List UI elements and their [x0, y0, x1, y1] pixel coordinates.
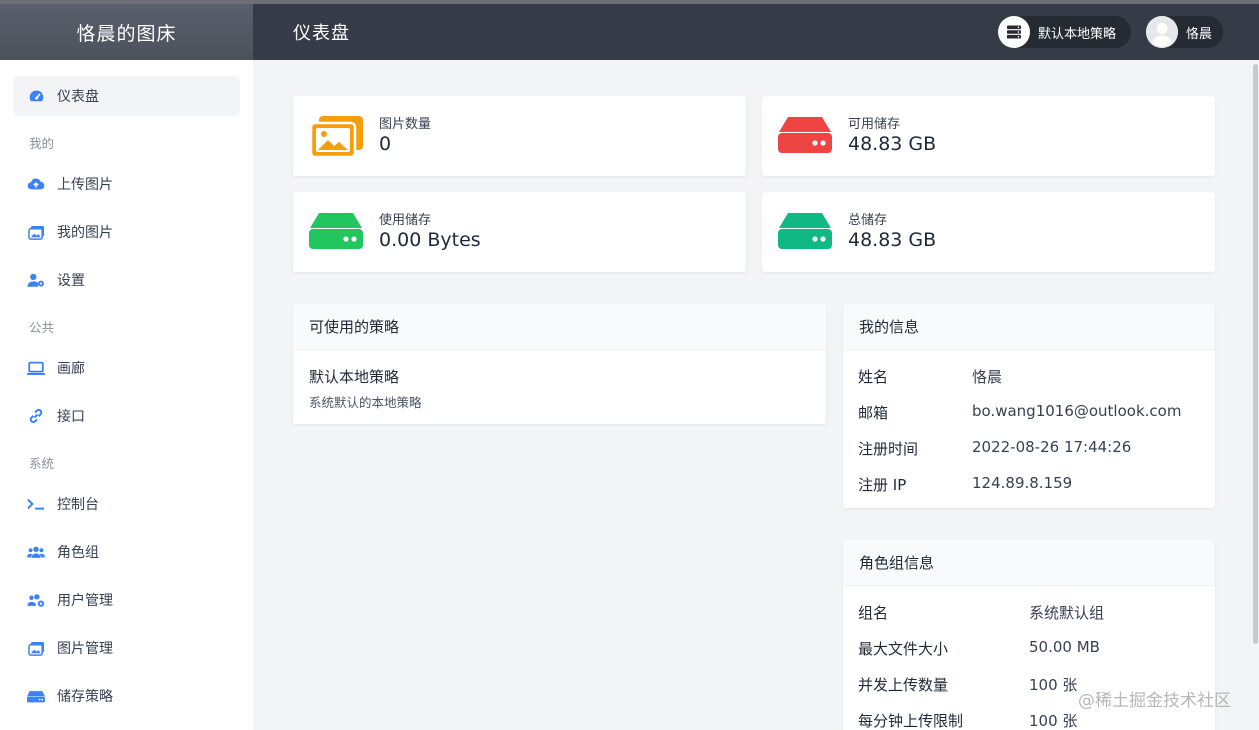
info-value-name: 恪晨 — [972, 368, 1003, 386]
sidebar-item-api[interactable]: 接口 — [13, 396, 240, 436]
users-group-icon — [27, 543, 45, 561]
sidebar-item-label: 控制台 — [57, 497, 99, 513]
hard-drive-red-icon — [778, 114, 834, 158]
images-icon — [27, 639, 45, 657]
stat-card-available-storage: 可用储存 48.83 GB — [762, 96, 1215, 176]
role-value-per-minute: 100 张 — [1029, 712, 1078, 730]
page-title: 仪表盘 — [293, 23, 350, 44]
sidebar-item-storage-strategy[interactable]: 储存策略 — [13, 676, 240, 716]
server-icon — [998, 16, 1030, 48]
sidebar-item-label: 图片管理 — [57, 641, 113, 657]
user-menu-button[interactable]: 恪晨 — [1146, 16, 1223, 48]
stat-card-image-count: 图片数量 0 — [293, 96, 746, 176]
info-value-email: bo.wang1016@outlook.com — [972, 402, 1182, 420]
stat-label: 使用储存 — [379, 213, 432, 228]
role-label-group: 组名 — [858, 604, 889, 622]
images-stack-icon — [309, 114, 365, 159]
sidebar-item-label: 设置 — [57, 273, 85, 289]
info-label-email: 邮箱 — [858, 404, 889, 422]
sidebar-item-upload[interactable]: 上传图片 — [13, 164, 240, 204]
info-value-reg-ip: 124.89.8.159 — [972, 474, 1073, 492]
hard-drive-icon — [27, 687, 45, 705]
sidebar-item-dashboard[interactable]: 仪表盘 — [13, 76, 240, 116]
sidebar-item-label: 角色组 — [57, 545, 99, 561]
sidebar-item-label: 用户管理 — [57, 593, 113, 609]
role-info-panel-title: 角色组信息 — [843, 540, 1215, 586]
dashboard-gauge-icon — [27, 87, 45, 105]
strategy-selector-button[interactable]: 默认本地策略 — [998, 16, 1131, 48]
sidebar-item-users[interactable]: 用户管理 — [13, 580, 240, 620]
info-label-reg-time: 注册时间 — [858, 440, 919, 458]
top-header: 仪表盘 默认本地策略 恪晨 — [253, 4, 1259, 60]
stat-label: 可用储存 — [848, 117, 901, 132]
sidebar-item-images-manage[interactable]: 图片管理 — [13, 628, 240, 668]
role-value-group: 系统默认组 — [1029, 604, 1105, 622]
images-icon — [27, 223, 45, 241]
role-label-per-minute: 每分钟上传限制 — [858, 712, 964, 730]
strategy-label: 默认本地策略 — [1038, 26, 1117, 42]
cloud-upload-icon — [27, 175, 45, 193]
stat-value: 0 — [379, 133, 392, 155]
sidebar-item-settings[interactable]: 设置 — [13, 260, 240, 300]
role-label-concurrent: 并发上传数量 — [858, 676, 949, 694]
terminal-icon — [27, 495, 45, 513]
sidebar-item-console[interactable]: 控制台 — [13, 484, 240, 524]
policy-name[interactable]: 默认本地策略 — [309, 366, 399, 387]
users-gear-icon — [27, 591, 45, 609]
info-value-reg-time: 2022-08-26 17:44:26 — [972, 438, 1132, 456]
scrollbar-thumb[interactable] — [1253, 64, 1258, 644]
sidebar-item-gallery[interactable]: 画廊 — [13, 348, 240, 388]
stat-card-used-storage: 使用储存 0.00 Bytes — [293, 192, 746, 272]
my-info-panel: 我的信息 姓名 恪晨 邮箱 bo.wang1016@outlook.com 注册… — [843, 304, 1215, 508]
info-label-reg-ip: 注册 IP — [858, 476, 907, 494]
nav-group-mine: 我的 — [29, 136, 55, 151]
hard-drive-teal-icon — [778, 210, 834, 254]
my-info-panel-title: 我的信息 — [843, 304, 1215, 350]
avatar — [1146, 16, 1178, 48]
sidebar-item-my-images[interactable]: 我的图片 — [13, 212, 240, 252]
info-label-name: 姓名 — [858, 368, 889, 386]
policies-panel: 可使用的策略 默认本地策略 系统默认的本地策略 — [293, 304, 826, 424]
hard-drive-green-icon — [309, 210, 365, 254]
sidebar-nav: 仪表盘 我的 上传图片 我的图片 设置 公共 画廊 接口 系统 控制台 角色组 … — [0, 60, 253, 716]
stat-value: 0.00 Bytes — [379, 229, 481, 251]
sidebar-item-label: 接口 — [57, 409, 85, 425]
role-label-max-size: 最大文件大小 — [858, 640, 949, 658]
sidebar: 恪晨的图床 仪表盘 我的 上传图片 我的图片 设置 公共 画廊 接口 系统 控制… — [0, 4, 253, 730]
nav-group-public: 公共 — [29, 320, 55, 335]
watermark-text: @稀土掘金技术社区 — [1078, 691, 1231, 711]
main-scrollbar[interactable] — [1251, 60, 1259, 730]
link-icon — [27, 407, 45, 425]
policies-panel-title: 可使用的策略 — [293, 304, 826, 350]
user-name: 恪晨 — [1186, 26, 1213, 42]
sidebar-item-label: 上传图片 — [57, 177, 113, 193]
role-value-max-size: 50.00 MB — [1029, 638, 1100, 656]
user-gear-icon — [27, 271, 45, 289]
laptop-icon — [27, 359, 45, 377]
policy-description: 系统默认的本地策略 — [309, 395, 422, 410]
sidebar-item-label: 仪表盘 — [57, 89, 99, 105]
brand-title[interactable]: 恪晨的图床 — [0, 4, 253, 60]
stat-value: 48.83 GB — [848, 229, 937, 251]
stat-card-total-storage: 总储存 48.83 GB — [762, 192, 1215, 272]
sidebar-item-label: 我的图片 — [57, 225, 113, 241]
stat-label: 图片数量 — [379, 117, 432, 132]
stat-label: 总储存 — [848, 213, 888, 228]
sidebar-item-label: 储存策略 — [57, 689, 113, 705]
sidebar-item-label: 画廊 — [57, 361, 85, 377]
role-value-concurrent: 100 张 — [1029, 676, 1078, 694]
nav-group-system: 系统 — [29, 456, 55, 471]
stat-value: 48.83 GB — [848, 133, 937, 155]
sidebar-item-roles[interactable]: 角色组 — [13, 532, 240, 572]
